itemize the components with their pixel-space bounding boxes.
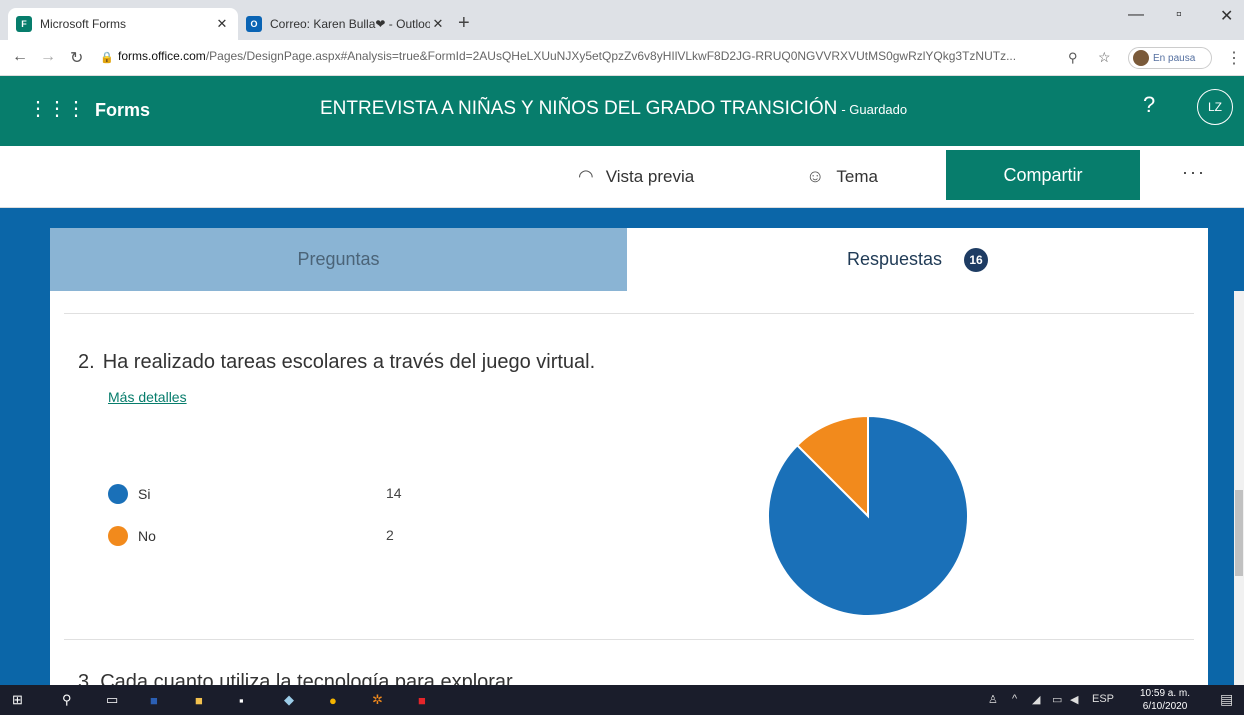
address-bar: ← → ↻ 🔒 forms.office.com/Pages/DesignPag… [0, 40, 1244, 76]
save-status: - Guardado [841, 102, 908, 117]
tab-questions[interactable]: Preguntas [50, 228, 627, 291]
zoom-icon[interactable]: ⚲ [1068, 50, 1078, 66]
close-tab-icon[interactable]: ✕ [430, 16, 446, 32]
url-field[interactable]: forms.office.com/Pages/DesignPage.aspx#A… [118, 49, 1048, 63]
bookmark-star-icon[interactable]: ☆ [1098, 49, 1111, 66]
acrobat-icon[interactable]: ■ [418, 690, 426, 710]
theme-button[interactable]: ☺ Tema [806, 166, 878, 187]
chevron-up-icon[interactable]: ^ [1012, 693, 1017, 705]
legend-swatch [108, 484, 128, 504]
app-launcher-icon[interactable]: ⋮⋮⋮ [28, 96, 86, 121]
tab-responses[interactable]: Respuestas 16 [627, 228, 1208, 291]
volume-icon[interactable]: ◀ [1070, 693, 1078, 706]
help-icon[interactable]: ? [1143, 92, 1155, 118]
legend-item-si: Si [108, 484, 150, 504]
share-button[interactable]: Compartir [946, 150, 1140, 200]
profile-button[interactable]: En pausa [1128, 47, 1212, 69]
minimize-icon[interactable]: — [1128, 6, 1144, 24]
option-count: 2 [386, 527, 394, 543]
search-icon[interactable]: ⚲ [62, 690, 72, 710]
option-count: 14 [386, 485, 402, 501]
people-icon[interactable]: ♙ [988, 693, 998, 706]
lock-icon[interactable]: 🔒 [100, 51, 114, 64]
windows-taskbar: ⊞ ⚲ ▭ ■ ■ ▪ ◆ ● ✲ ■ ♙ ^ ◢ ▭ ◀ ESP 10:59 … [0, 685, 1244, 715]
task-view-icon[interactable]: ▭ [106, 690, 118, 710]
reload-icon[interactable]: ↻ [70, 48, 83, 68]
scrollbar[interactable] [1234, 291, 1244, 685]
back-icon[interactable]: ← [12, 48, 28, 66]
word-icon[interactable]: ■ [150, 690, 158, 710]
preview-button[interactable]: ◠ Vista previa [578, 166, 694, 187]
outlook-icon: O [246, 16, 262, 32]
view-tabs: Preguntas Respuestas 16 [50, 228, 1208, 291]
brand-name[interactable]: Forms [95, 100, 150, 121]
battery-icon[interactable]: ▭ [1052, 693, 1062, 706]
tab-title: Correo: Karen Bulla❤ - Outlook [270, 17, 430, 31]
windows-start-icon[interactable]: ⊞ [12, 690, 23, 710]
new-tab-icon[interactable]: + [458, 12, 470, 35]
maximize-icon[interactable]: ▫ [1176, 6, 1182, 24]
eye-icon: ◠ [578, 166, 594, 186]
more-options-icon[interactable]: ··· [1182, 162, 1206, 183]
clock[interactable]: 10:59 a. m. 6/10/2020 [1140, 687, 1190, 713]
close-tab-icon[interactable]: ✕ [214, 16, 230, 32]
legend-swatch [108, 526, 128, 546]
forward-icon[interactable]: → [40, 48, 56, 66]
paint-icon[interactable]: ◆ [284, 690, 294, 710]
question-title: 2. Ha realizado tareas escolares a través… [78, 351, 596, 373]
network-icon[interactable]: ◢ [1032, 693, 1040, 706]
form-title: ENTREVISTA A NIÑAS Y NIÑOS DEL GRADO TRA… [320, 98, 908, 119]
forms-header: ⋮⋮⋮ Forms ENTREVISTA A NIÑAS Y NIÑOS DEL… [0, 76, 1244, 146]
tab-title: Microsoft Forms [40, 17, 127, 31]
sticky-notes-icon[interactable]: ▪ [239, 690, 244, 710]
palette-icon: ☺ [806, 166, 825, 186]
browser-tab-forms[interactable]: F Microsoft Forms ✕ [8, 8, 238, 40]
command-bar: ◠ Vista previa ☺ Tema Compartir ··· [0, 146, 1244, 208]
divider [64, 639, 1194, 640]
divider [64, 313, 1194, 314]
response-count-badge: 16 [964, 247, 989, 272]
browser-tab-outlook[interactable]: O Correo: Karen Bulla❤ - Outlook ✕ [238, 8, 454, 40]
close-window-icon[interactable]: ✕ [1220, 6, 1233, 26]
scrollbar-thumb[interactable] [1235, 490, 1243, 576]
settings-gear-icon[interactable]: ✲ [372, 690, 383, 710]
responses-card: 2. Ha realizado tareas escolares a través… [50, 291, 1208, 685]
avatar[interactable]: LZ [1197, 89, 1233, 125]
more-details-link[interactable]: Más detalles [108, 389, 187, 405]
menu-icon[interactable]: ⋮ [1226, 48, 1242, 68]
legend-item-no: No [108, 526, 156, 546]
avatar [1133, 50, 1149, 66]
language-indicator[interactable]: ESP [1092, 693, 1114, 705]
browser-tab-bar: F Microsoft Forms ✕ O Correo: Karen Bull… [0, 0, 1244, 40]
notifications-icon[interactable]: ▤ [1220, 691, 1233, 708]
next-question-title: 3. Cada cuanto utiliza la tecnología par… [78, 671, 529, 685]
forms-icon: F [16, 16, 32, 32]
folder-icon[interactable]: ■ [195, 690, 203, 710]
pie-chart [767, 414, 969, 617]
chrome-icon[interactable]: ● [329, 690, 337, 710]
